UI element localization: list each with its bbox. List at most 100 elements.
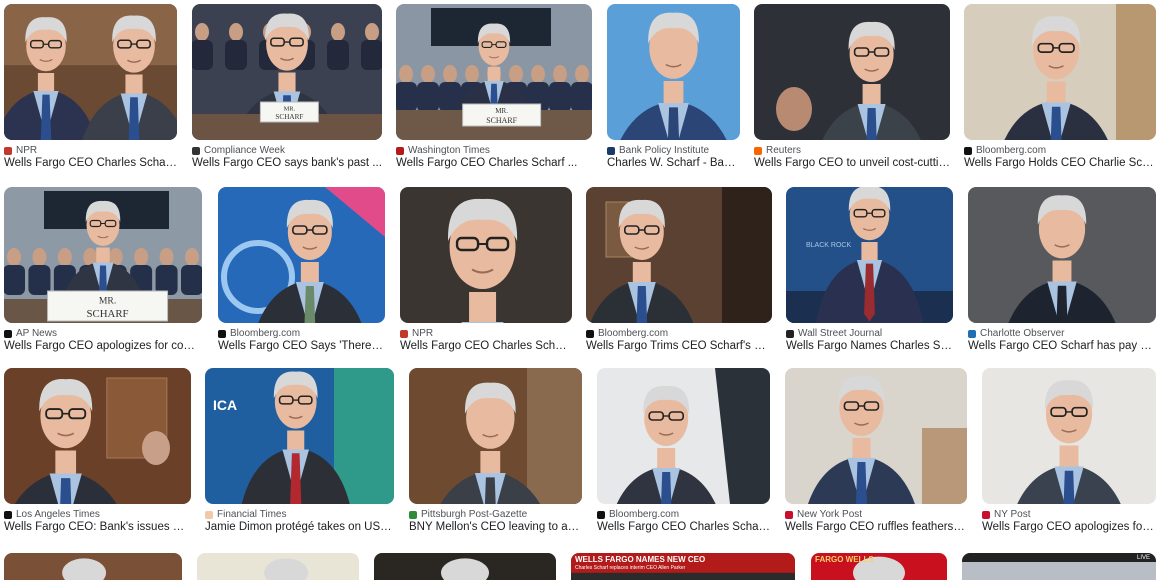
source-label: AP News — [16, 328, 57, 339]
result-thumbnail[interactable] — [197, 553, 359, 580]
result-source[interactable]: NY Post — [982, 509, 1156, 520]
result-source[interactable]: Pittsburgh Post-Gazette — [409, 509, 582, 520]
image-result-card-partial[interactable]: FARGO WELLS — [811, 553, 947, 580]
image-result-card[interactable]: Charlotte Observer Wells Fargo CEO Scharf… — [968, 187, 1156, 359]
result-thumbnail[interactable]: MR. SCHARF — [396, 4, 592, 140]
image-result-card[interactable]: BLACK ROCK Wall Street Journal Wells Fargo… — [786, 187, 953, 359]
image-result-card[interactable]: Los Angeles Times Wells Fargo CEO: Bank's… — [4, 368, 191, 540]
ap-news-favicon-icon — [4, 329, 12, 338]
result-thumbnail[interactable] — [754, 4, 950, 140]
reuters-favicon-icon — [754, 146, 762, 155]
result-title[interactable]: Wells Fargo CEO: Bank's issues won'... — [4, 521, 191, 533]
result-title[interactable]: Wells Fargo CEO Charles Scharf ... — [396, 157, 592, 169]
result-title[interactable]: Wells Fargo CEO Says 'There Wil... — [218, 340, 385, 352]
result-thumbnail[interactable] — [607, 4, 740, 140]
image-result-card[interactable]: ICA Financial Times Jamie Dimon protégé ta… — [205, 368, 394, 540]
image-result-card[interactable]: New York Post Wells Fargo CEO ruffles fea… — [785, 368, 967, 540]
result-thumbnail[interactable] — [409, 368, 582, 504]
source-label: Compliance Week — [204, 145, 285, 156]
result-title[interactable]: Wells Fargo CEO ruffles feathers w... — [785, 521, 967, 533]
name-placard: MR.SCHARF — [462, 103, 542, 127]
image-result-card[interactable]: Bloomberg.com Wells Fargo CEO Charles Sch… — [597, 368, 770, 540]
result-source[interactable]: NPR — [4, 145, 177, 156]
result-thumbnail[interactable] — [218, 187, 385, 323]
image-result-card[interactable]: Reuters Wells Fargo CEO to unveil cost-cu… — [754, 4, 950, 176]
result-title[interactable]: Wells Fargo Holds CEO Charlie Schar... — [964, 157, 1156, 169]
image-result-card[interactable]: Bloomberg.com Wells Fargo Holds CEO Charl… — [964, 4, 1156, 176]
result-thumbnail[interactable] — [982, 368, 1156, 504]
source-label: Bank Policy Institute — [619, 145, 710, 156]
result-title[interactable]: Wells Fargo CEO Charles Scharf ... — [597, 521, 770, 533]
result-source[interactable]: Wall Street Journal — [786, 328, 953, 339]
result-thumbnail[interactable] — [400, 187, 572, 323]
result-source[interactable]: Bloomberg.com — [218, 328, 385, 339]
result-source[interactable]: NPR — [400, 328, 572, 339]
image-result-card[interactable]: NY Post Wells Fargo CEO apologizes for 'l… — [982, 368, 1156, 540]
source-label: Reuters — [766, 145, 802, 156]
sign-text: FARGO WELLS — [815, 555, 874, 564]
result-title[interactable]: Wells Fargo CEO Charles Scharf ... — [400, 340, 572, 352]
svg-text:ICA: ICA — [213, 397, 237, 413]
image-result-card-partial[interactable] — [197, 553, 359, 580]
result-source[interactable]: Bloomberg.com — [586, 328, 772, 339]
result-title[interactable]: Wells Fargo CEO to unveil cost-cutting..… — [754, 157, 950, 169]
financial-times-favicon-icon — [205, 510, 213, 519]
image-result-card-partial[interactable] — [374, 553, 556, 580]
image-result-card-partial[interactable]: LIVE — [962, 553, 1156, 580]
result-thumbnail[interactable]: MR. SCHARF — [4, 187, 202, 323]
result-title[interactable]: Wells Fargo CEO Charles Scharf ... — [4, 157, 177, 169]
result-title[interactable]: Charles W. Scharf - Bank... — [607, 157, 740, 169]
image-result-card[interactable]: Bank Policy Institute Charles W. Scharf -… — [607, 4, 740, 176]
result-source[interactable]: Financial Times — [205, 509, 394, 520]
svg-text:BLACK ROCK: BLACK ROCK — [806, 242, 851, 249]
result-title[interactable]: Wells Fargo CEO Scharf has pay cut ... — [968, 340, 1156, 352]
result-title[interactable]: Jamie Dimon protégé takes on US b... — [205, 521, 394, 533]
result-title[interactable]: Wells Fargo Trims CEO Scharf's Pay... — [586, 340, 772, 352]
source-label: NPR — [16, 145, 38, 156]
bank-policy-institute-favicon-icon — [607, 146, 615, 155]
result-thumbnail[interactable]: ICA — [205, 368, 394, 504]
result-thumbnail[interactable] — [4, 4, 177, 140]
result-source[interactable]: Bloomberg.com — [964, 145, 1156, 156]
result-thumbnail[interactable] — [968, 187, 1156, 323]
result-thumbnail[interactable] — [962, 553, 1156, 580]
result-thumbnail[interactable] — [4, 368, 191, 504]
image-result-card-partial[interactable]: WELLS FARGO NAMES NEW CEO Charles Scharf … — [571, 553, 795, 580]
result-source[interactable]: Washington Times — [396, 145, 592, 156]
result-thumbnail[interactable]: MR. SCHARF — [192, 4, 382, 140]
source-label: Bloomberg.com — [598, 328, 669, 339]
image-result-card[interactable]: MR. SCHARF AP News Wells Fargo CEO apologiz… — [4, 187, 202, 359]
result-title[interactable]: Wells Fargo Names Charles Sch... — [786, 340, 953, 352]
image-result-card[interactable]: NPR Wells Fargo CEO Charles Scharf ... — [400, 187, 572, 359]
result-thumbnail[interactable] — [785, 368, 967, 504]
bloomberg-favicon-icon — [964, 146, 972, 155]
source-label: Pittsburgh Post-Gazette — [421, 509, 528, 520]
result-thumbnail[interactable] — [597, 368, 770, 504]
result-source[interactable]: Bloomberg.com — [597, 509, 770, 520]
result-thumbnail[interactable] — [4, 553, 182, 580]
result-source[interactable]: Reuters — [754, 145, 950, 156]
result-title[interactable]: Wells Fargo CEO apologizes for 'li... — [982, 521, 1156, 533]
result-source[interactable]: Los Angeles Times — [4, 509, 191, 520]
image-result-card-partial[interactable] — [4, 553, 182, 580]
result-title[interactable]: Wells Fargo CEO says bank's past ... — [192, 157, 382, 169]
image-result-card[interactable]: MR. SCHARF Washington Times Wells Fargo CEO… — [396, 4, 592, 176]
result-thumbnail[interactable] — [964, 4, 1156, 140]
result-source[interactable]: Charlotte Observer — [968, 328, 1156, 339]
result-thumbnail[interactable] — [586, 187, 772, 323]
image-result-card[interactable]: Bloomberg.com Wells Fargo Trims CEO Schar… — [586, 187, 772, 359]
result-thumbnail[interactable] — [374, 553, 556, 580]
image-result-card[interactable]: MR. SCHARF Compliance Week Wells Fargo CEO … — [192, 4, 382, 176]
image-result-card[interactable]: Bloomberg.com Wells Fargo CEO Says 'There… — [218, 187, 385, 359]
result-source[interactable]: New York Post — [785, 509, 967, 520]
result-source[interactable]: Bank Policy Institute — [607, 145, 740, 156]
result-source[interactable]: AP News — [4, 328, 202, 339]
live-badge: LIVE — [1136, 555, 1150, 561]
result-source[interactable]: Compliance Week — [192, 145, 382, 156]
image-result-card[interactable]: NPR Wells Fargo CEO Charles Scharf ... — [4, 4, 177, 176]
washington-times-favicon-icon — [396, 146, 404, 155]
result-title[interactable]: Wells Fargo CEO apologizes for comm... — [4, 340, 202, 352]
result-thumbnail[interactable]: BLACK ROCK — [786, 187, 953, 323]
result-title[interactable]: BNY Mellon's CEO leaving to atte... — [409, 521, 582, 533]
image-result-card[interactable]: Pittsburgh Post-Gazette BNY Mellon's CEO … — [409, 368, 582, 540]
